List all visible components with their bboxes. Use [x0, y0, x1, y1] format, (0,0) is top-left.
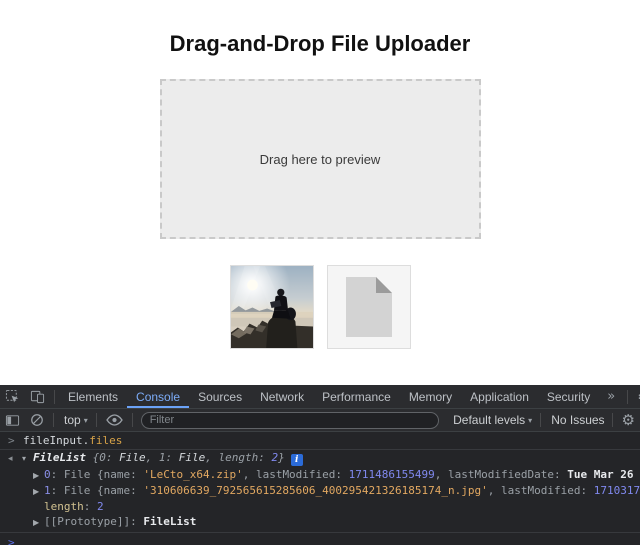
chevron-down-icon[interactable]: ▾ [84, 416, 92, 425]
settings-gear-icon[interactable]: ⚙ [632, 385, 640, 408]
prototype-property: [[Prototype]]: FileList [44, 515, 196, 528]
page-title: Drag-and-Drop File Uploader [0, 0, 640, 57]
context-selector[interactable]: top [58, 413, 84, 427]
divider [96, 413, 97, 427]
tree-row-file-0[interactable]: ▶0: File {name: 'LeCto_x64.zip', lastMod… [0, 467, 640, 483]
divider [54, 390, 55, 404]
generic-file-thumbnail [327, 265, 411, 349]
tab-application[interactable]: Application [461, 385, 538, 408]
file-0-preview: 0: File {name: 'LeCto_x64.zip', lastModi… [44, 468, 640, 481]
divider [540, 413, 541, 427]
console-result: ◂▾FileList {0: File, 1: File, length: 2}… [0, 450, 640, 533]
inspect-element-icon[interactable] [0, 385, 25, 408]
dropzone-label: Drag here to preview [260, 152, 381, 167]
filter-container [137, 412, 447, 429]
tab-elements[interactable]: Elements [59, 385, 127, 408]
thumbnails-row [0, 265, 640, 349]
prompt-chevron-icon: > [8, 536, 15, 545]
console-settings-gear-icon[interactable]: ⚙ [617, 411, 640, 429]
disclosure-triangle-expanded-icon[interactable]: ▾ [22, 451, 33, 467]
tree-row-prototype[interactable]: ▶[[Prototype]]: FileList [0, 514, 640, 530]
live-expression-eye-icon[interactable] [101, 409, 128, 431]
disclosure-triangle-collapsed-icon[interactable]: ▶ [33, 484, 44, 499]
divider [132, 413, 133, 427]
divider [53, 413, 54, 427]
return-value-icon: ◂ [8, 451, 22, 467]
info-icon[interactable]: i [291, 454, 303, 466]
divider [627, 390, 628, 404]
tab-network[interactable]: Network [251, 385, 313, 408]
input-chevron-icon: > [8, 432, 23, 449]
filelist-preview: FileList {0: File, 1: File, length: 2} [33, 451, 285, 464]
tree-row-length: length: 2 [0, 499, 640, 514]
filelist-summary-row[interactable]: ◂▾FileList {0: File, 1: File, length: 2}… [0, 450, 640, 467]
photo-preview-image [231, 266, 313, 348]
divider [612, 413, 613, 427]
devtools-panel: Elements Console Sources Network Perform… [0, 385, 640, 545]
length-property: length: 2 [44, 500, 104, 513]
disclosure-triangle-collapsed-icon[interactable]: ▶ [33, 468, 44, 483]
console-output: >fileInput.files ◂▾FileList {0: File, 1:… [0, 432, 640, 545]
tab-sources[interactable]: Sources [189, 385, 251, 408]
file-1-preview: 1: File {name: '310606639_79256561528560… [44, 484, 640, 497]
console-prompt[interactable]: > [0, 533, 640, 545]
chevron-down-icon[interactable]: ▾ [528, 416, 536, 425]
tab-performance[interactable]: Performance [313, 385, 400, 408]
console-toolbar-right: Default levels ▾ No Issues ⚙ [447, 411, 640, 429]
tree-row-file-1[interactable]: ▶1: File {name: '310606639_7925656152856… [0, 483, 640, 499]
tab-console[interactable]: Console [127, 385, 189, 408]
photo-thumbnail [230, 265, 314, 349]
console-sidebar-icon[interactable] [0, 409, 25, 431]
uploader-page: Drag-and-Drop File Uploader Drag here to… [0, 0, 640, 385]
log-levels-selector[interactable]: Default levels [447, 413, 528, 427]
clear-console-icon[interactable] [25, 409, 49, 431]
more-tabs-icon[interactable]: » [599, 389, 623, 404]
console-command-echo: >fileInput.files [0, 432, 640, 450]
disclosure-triangle-collapsed-icon[interactable]: ▶ [33, 515, 44, 530]
dropzone[interactable]: Drag here to preview [160, 79, 481, 239]
tab-memory[interactable]: Memory [400, 385, 461, 408]
filter-input[interactable] [141, 412, 439, 429]
issues-counter[interactable]: No Issues [545, 413, 607, 427]
file-icon [344, 275, 394, 339]
devtools-tab-bar: Elements Console Sources Network Perform… [0, 385, 640, 409]
command-text: fileInput.files [23, 434, 122, 447]
console-toolbar: top ▾ Default levels ▾ No Issues ⚙ [0, 409, 640, 432]
tab-security[interactable]: Security [538, 385, 599, 408]
device-toolbar-icon[interactable] [25, 385, 50, 408]
